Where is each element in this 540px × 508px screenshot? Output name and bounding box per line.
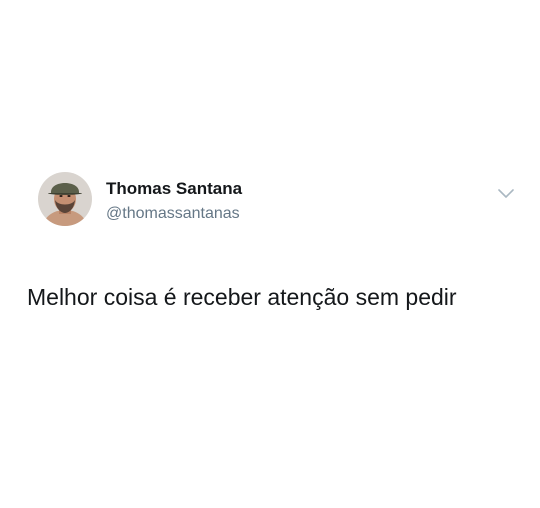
- author-avatar[interactable]: [38, 172, 92, 226]
- author-handle[interactable]: @thomassantanas: [106, 204, 240, 224]
- avatar-photo-icon: [38, 172, 92, 226]
- chevron-down-icon: [498, 189, 514, 198]
- tweet-text: Melhor coisa é receber atenção sem pedir: [27, 284, 457, 310]
- tweet-menu-button[interactable]: [496, 186, 516, 202]
- author-display-name[interactable]: Thomas Santana: [106, 179, 242, 199]
- tweet-card: Thomas Santana @thomassantanas Melhor co…: [0, 0, 540, 508]
